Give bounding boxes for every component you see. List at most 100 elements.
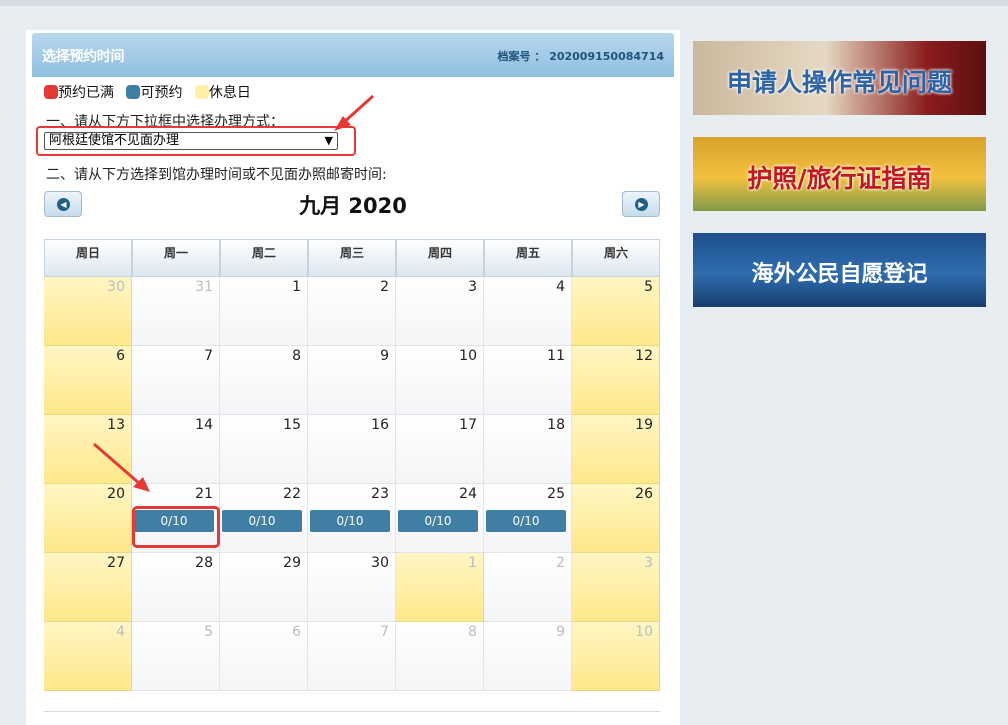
day-number: 7 (204, 348, 213, 364)
day-number: 18 (547, 417, 565, 433)
calendar-day-cell: 29 (220, 553, 308, 622)
calendar-day-cell: 10 (572, 622, 660, 691)
calendar-day-cell: 4 (44, 622, 132, 691)
day-number: 23 (371, 486, 389, 502)
registration-label: 海外公民自愿登记 (751, 262, 928, 287)
calendar-day-cell: 7 (308, 622, 396, 691)
day-number: 6 (116, 348, 125, 364)
faq-banner-label: 申请人操作常见问题 (726, 68, 952, 97)
day-number: 24 (459, 486, 477, 502)
divider (44, 711, 660, 712)
calendar-day-cell: 5 (132, 622, 220, 691)
day-number: 3 (644, 555, 653, 571)
calendar-day-cell: 4 (484, 277, 572, 346)
file-number: 档案号 ： 202009150084714 (497, 50, 664, 63)
step2-instruction: 二、请从下方选择到馆办理时间或不见面办照邮寄时间: (46, 167, 387, 183)
calendar-day-cell: 8 (220, 346, 308, 415)
arrow-right-icon: ▶ (635, 198, 648, 211)
passport-guide-label: 护照/旅行证指南 (747, 164, 932, 193)
calendar-day-cell: 28 (132, 553, 220, 622)
calendar-day-cell: 19 (572, 415, 660, 484)
day-number: 9 (380, 348, 389, 364)
select-value: 阿根廷使馆不见面办理 (49, 133, 180, 148)
legend: 预约已满 可预约 休息日 (44, 82, 259, 102)
day-number: 30 (107, 279, 125, 295)
calendar-day-cell: 1 (220, 277, 308, 346)
day-number: 28 (195, 555, 213, 571)
day-number: 5 (204, 624, 213, 640)
calendar-day-cell: 27 (44, 553, 132, 622)
calendar-day-cell: 6 (220, 622, 308, 691)
calendar-day-cell: 7 (132, 346, 220, 415)
calendar-day-cell: 10 (396, 346, 484, 415)
day-number: 12 (635, 348, 653, 364)
faq-banner[interactable]: 申请人操作常见问题 (693, 41, 986, 115)
processing-method-select[interactable]: 阿根廷使馆不见面办理 ▼ (44, 132, 338, 150)
calendar-day-cell[interactable]: 25 0/10 (484, 484, 572, 553)
day-number: 14 (195, 417, 213, 433)
weekday-header-cell: 周四 (396, 239, 484, 277)
weekday-header-cell: 周六 (572, 239, 660, 277)
day-number: 17 (459, 417, 477, 433)
calendar-day-cell: 26 (572, 484, 660, 553)
calendar-day-cell: 8 (396, 622, 484, 691)
day-number: 1 (292, 279, 301, 295)
day-number: 8 (468, 624, 477, 640)
available-slot-button[interactable]: 0/10 (310, 510, 390, 532)
day-number: 6 (292, 624, 301, 640)
day-number: 8 (292, 348, 301, 364)
calendar-day-cell[interactable]: 22 0/10 (220, 484, 308, 553)
select-highlight: 阿根廷使馆不见面办理 ▼ (36, 126, 356, 156)
day-number: 27 (107, 555, 125, 571)
day-number: 3 (468, 279, 477, 295)
weekday-header-cell: 周五 (484, 239, 572, 277)
day-number: 13 (107, 417, 125, 433)
calendar-day-cell: 11 (484, 346, 572, 415)
day-number: 15 (283, 417, 301, 433)
available-slot-button[interactable]: 0/10 (222, 510, 302, 532)
calendar-day-cell: 9 (484, 622, 572, 691)
day-number: 5 (644, 279, 653, 295)
calendar-day-cell: 30 (308, 553, 396, 622)
calendar-day-cell: 12 (572, 346, 660, 415)
panel-title: 选择预约时间 (42, 49, 125, 65)
calendar-day-cell: 2 (308, 277, 396, 346)
calendar-day-cell[interactable]: 23 0/10 (308, 484, 396, 553)
available-slot-button[interactable]: 0/10 (486, 510, 566, 532)
calendar-day-cell: 5 (572, 277, 660, 346)
day-number: 4 (116, 624, 125, 640)
calendar-day-cell: 30 (44, 277, 132, 346)
day-number: 9 (556, 624, 565, 640)
day-number: 29 (283, 555, 301, 571)
day-number: 4 (556, 279, 565, 295)
calendar-day-cell: 3 (572, 553, 660, 622)
top-bar (0, 0, 1008, 6)
legend-full-label: 预约已满 (58, 85, 114, 101)
calendar-day-cell: 15 (220, 415, 308, 484)
holiday-swatch-icon (194, 85, 209, 99)
available-slot-button[interactable]: 0/10 (398, 510, 478, 532)
annotation-arrow-icon (93, 442, 150, 492)
calendar-week-row: 4 5 6 7 8 9 10 (44, 622, 660, 691)
calendar-week-row: 27 28 29 30 1 2 3 (44, 553, 660, 622)
passport-guide-banner[interactable]: 护照/旅行证指南 (693, 137, 986, 211)
calendar-day-cell: 18 (484, 415, 572, 484)
day-number: 10 (635, 624, 653, 640)
calendar-day-cell[interactable]: 24 0/10 (396, 484, 484, 553)
day-number: 7 (380, 624, 389, 640)
day-number: 26 (635, 486, 653, 502)
next-month-button[interactable]: ▶ (622, 191, 660, 217)
calendar-week-row: 6 7 8 9 10 11 12 (44, 346, 660, 415)
selected-slot-highlight (132, 506, 220, 548)
day-number: 1 (468, 555, 477, 571)
weekday-header-cell: 周一 (132, 239, 220, 277)
calendar-day-cell: 1 (396, 553, 484, 622)
month-title: 九月 2020 (299, 194, 407, 218)
panel-header: 选择预约时间 档案号 ： 202009150084714 (32, 33, 674, 77)
calendar-day-cell: 31 (132, 277, 220, 346)
registration-banner[interactable]: 海外公民自愿登记 (693, 233, 986, 307)
day-number: 30 (371, 555, 389, 571)
calendar-day-cell: 17 (396, 415, 484, 484)
weekday-header-cell: 周二 (220, 239, 308, 277)
day-number: 25 (547, 486, 565, 502)
